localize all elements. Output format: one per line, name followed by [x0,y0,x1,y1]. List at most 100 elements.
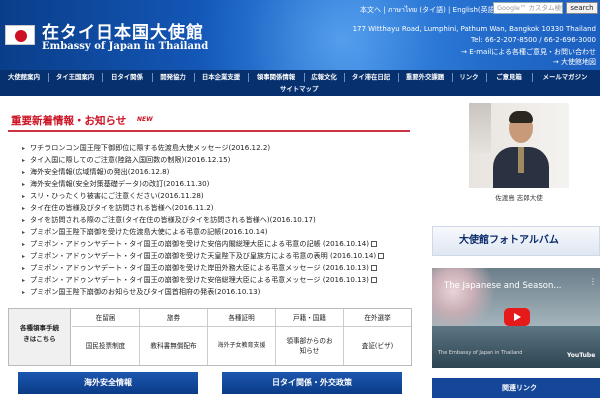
photo-flag [469,103,491,153]
flag-sun-disc [15,30,27,42]
related-links-header: 関連リンク [432,378,600,398]
consular-link-certificates[interactable]: 各種証明 [208,309,276,327]
main-nav: 大使館案内 タイ王国案内 日タイ関係 開発協力 日本企業支援 領事関係情報 広報… [0,70,600,96]
news-item[interactable]: ▸ スリ・ひったくり被害にご注意ください(2016.11.28) [22,191,204,201]
nav-divider [398,73,399,82]
news-item[interactable]: ▸ タイ在住の皆様及びタイを訪問される皆様へ(2016.11.2) [22,203,214,213]
link-main-text[interactable]: 本文へ [360,6,381,14]
consular-link-visa[interactable]: 査証(ビザ) [344,327,411,365]
arrow-icon: ▸ [22,181,26,188]
news-item-text: プミポン国王陛下崩御のお知らせ及びタイ国首相府の発表(2016.10.13) [30,287,261,296]
link-thai[interactable]: ภาษาไทย (タイ語) [388,6,446,14]
search-button[interactable]: search [566,2,598,14]
consular-label-line2: きはこちら [23,335,56,343]
arrow-icon: ▸ [22,193,26,200]
arrow-icon: ▸ [22,169,26,176]
arrow-icon: ▸ [22,265,26,272]
nav-item-culture[interactable]: 広報文化 [306,72,342,83]
consular-link-notices[interactable]: 領事部からのお知らせ [276,327,344,365]
news-item[interactable]: ▸ タイを訪問される際のご注意(タイ在住の皆様及びタイを訪問される皆様へ)(201… [22,215,316,225]
consular-link-textbooks[interactable]: 教科書無償配布 [140,327,208,365]
japan-flag-icon [5,25,35,45]
nav-divider [248,73,249,82]
news-item[interactable]: ▸ タイ入国に際してのご注意(陸路入国回数の制限)(2016.12.15) [22,155,230,165]
nav-item-thailand[interactable]: タイ王国案内 [50,72,100,83]
news-item-text: 海外安全情報(広域情報)の発出(2016.12.8) [30,167,170,176]
photo-tie [518,147,524,173]
news-item-text: タイ在住の皆様及びタイを訪問される皆様へ(2016.11.2) [30,203,214,212]
news-item-text: プミポン・アドゥンヤデート・タイ国王の崩御を受けた安倍内閣総理大臣による弔意の記… [30,239,370,248]
news-item[interactable]: ▸ 海外安全情報(広域情報)の発出(2016.12.8) [22,167,169,177]
news-item[interactable]: ▸ ワチラロンコン国王陛下御即位に際する佐渡島大使メッセージ(2016.12.2) [22,143,270,153]
news-item[interactable]: ▸ プミポン・アドゥンヤデート・タイ国王の崩御を受けた安倍総理大臣による弔意メッセ… [22,275,377,285]
nav-divider [532,73,533,82]
nav-item-development[interactable]: 開発協力 [154,72,192,83]
nav-item-newsletter[interactable]: メールマガジン [534,72,596,83]
consular-link-referendum[interactable]: 国民投票制度 [72,327,140,365]
consular-procedures-table: 各種領事手続 きはこちら 在留届 旅券 各種証明 戸籍・国籍 在外選挙 国民投票… [8,308,412,366]
news-item-text: プミポン国王陛下崩御を受けた佐渡島大使による弔意の記帳(2016.10.14) [30,227,268,236]
consular-link-overseas-voting[interactable]: 在外選挙 [344,309,411,327]
embassy-address: 177 Witthayu Road, Lumphini, Pathum Wan,… [352,25,596,33]
consular-link-education-support[interactable]: 海外子女教育支援 [208,327,276,365]
nav-divider [486,73,487,82]
consular-link-family-register[interactable]: 戸籍・国籍 [276,309,344,327]
news-item[interactable]: ▸ プミポン国王陛下崩御のお知らせ及びタイ国首相府の発表(2016.10.13) [22,287,260,297]
arrow-icon: ▸ [22,241,26,248]
ambassador-caption[interactable]: 佐渡島 志郎大使 [469,192,569,202]
news-item[interactable]: ▸ プミポン・アドゥンヤデート・タイ国王の崩御を受けた安倍内閣総理大臣による弔意の… [22,239,378,249]
news-item-text: タイを訪問される際のご注意(タイ在住の皆様及びタイを訪問される皆様へ)(2016… [30,215,316,224]
play-icon [514,313,521,321]
more-options-icon[interactable]: ⋮ [589,278,597,290]
arrow-icon: ▸ [22,205,26,212]
news-item[interactable]: ▸ プミポン国王陛下崩御を受けた佐渡島大使による弔意の記帳(2016.10.14) [22,227,267,237]
external-link-icon [378,253,385,259]
arrow-icon: ▸ [22,229,26,236]
news-item[interactable]: ▸ プミポン・アドゥンヤデート・タイ国王の崩御を受けた岸田外務大臣による弔意メッセ… [22,263,377,273]
news-item-text: ワチラロンコン国王陛下御即位に際する佐渡島大使メッセージ(2016.12.2) [30,143,271,152]
nav-item-relations[interactable]: 日タイ関係 [104,72,150,83]
nav-item-embassy[interactable]: 大使館案内 [2,72,46,83]
news-heading: 重要新着情報・お知らせ [11,115,127,127]
nav-item-links[interactable]: リンク [454,72,484,83]
nav-item-sitemap[interactable]: サイトマップ [280,84,318,93]
news-item-text: タイ入国に際してのご注意(陸路入国回数の制限)(2016.12.15) [30,155,231,164]
news-item[interactable]: ▸ 海外安全情報(安全対策基礎データ)の改訂(2016.11.30) [22,179,209,189]
language-bar: 本文へ | ภาษาไทย (タイ語) | English(英語) [360,6,498,14]
nav-divider [48,73,49,82]
news-item[interactable]: ▸ プミポン・アドゥンヤデート・タイ国王の崩御を受けた天皇陛下及び皇族方による弔意… [22,251,385,261]
consular-link-residence[interactable]: 在留届 [72,309,140,327]
youtube-logo[interactable]: YouTube [567,352,595,359]
japan-thailand-relations-button[interactable]: 日タイ関係・外交政策 [222,372,402,394]
nav-item-diplomacy[interactable]: 重要外交課題 [400,72,450,83]
site-title-en[interactable]: Embassy of Japan in Thailand [42,41,208,52]
external-link-icon [370,277,377,283]
link-english[interactable]: English(英語) [453,6,498,14]
video-caption: The Embassy of Japan in Thailand [438,350,523,356]
news-item-text: プミポン・アドゥンヤデート・タイ国王の崩御を受けた天皇陛下及び皇族方による弔意の… [30,251,377,260]
nav-item-opinion[interactable]: ご意見箱 [488,72,530,83]
consular-label-line1: 各種領事手続 [20,324,59,332]
youtube-video-embed[interactable]: The Japanese and Season... ⋮ The Embassy… [432,268,600,368]
nav-divider [152,73,153,82]
email-inquiry-link[interactable]: → E-mailによる各種ご意見・お問い合わせ [461,47,596,57]
external-link-icon [371,241,378,247]
video-title[interactable]: The Japanese and Season... [444,281,561,291]
nav-item-diary[interactable]: タイ滞在日記 [346,72,396,83]
nav-item-consular[interactable]: 領事関係情報 [250,72,302,83]
consular-link-passport[interactable]: 旅券 [140,309,208,327]
arrow-icon: ▸ [22,157,26,164]
arrow-icon: ▸ [22,289,26,296]
news-item-text: 海外安全情報(安全対策基礎データ)の改訂(2016.11.30) [30,179,210,188]
photo-album-banner[interactable]: 大使館フォトアルバム [432,226,600,256]
map-link[interactable]: → 大使館地図 [553,57,596,67]
video-blossoms [432,268,502,326]
ambassador-photo[interactable] [469,103,569,188]
overseas-safety-button[interactable]: 海外安全情報 [18,372,198,394]
site-title-ja[interactable]: 在タイ日本国大使館 [42,18,204,43]
news-divider [8,130,410,132]
nav-item-business[interactable]: 日本企業支援 [196,72,246,83]
arrow-icon: ▸ [22,253,26,260]
arrow-icon: ▸ [22,277,26,284]
search-input[interactable]: Google™ カスタム検索 [493,2,563,14]
